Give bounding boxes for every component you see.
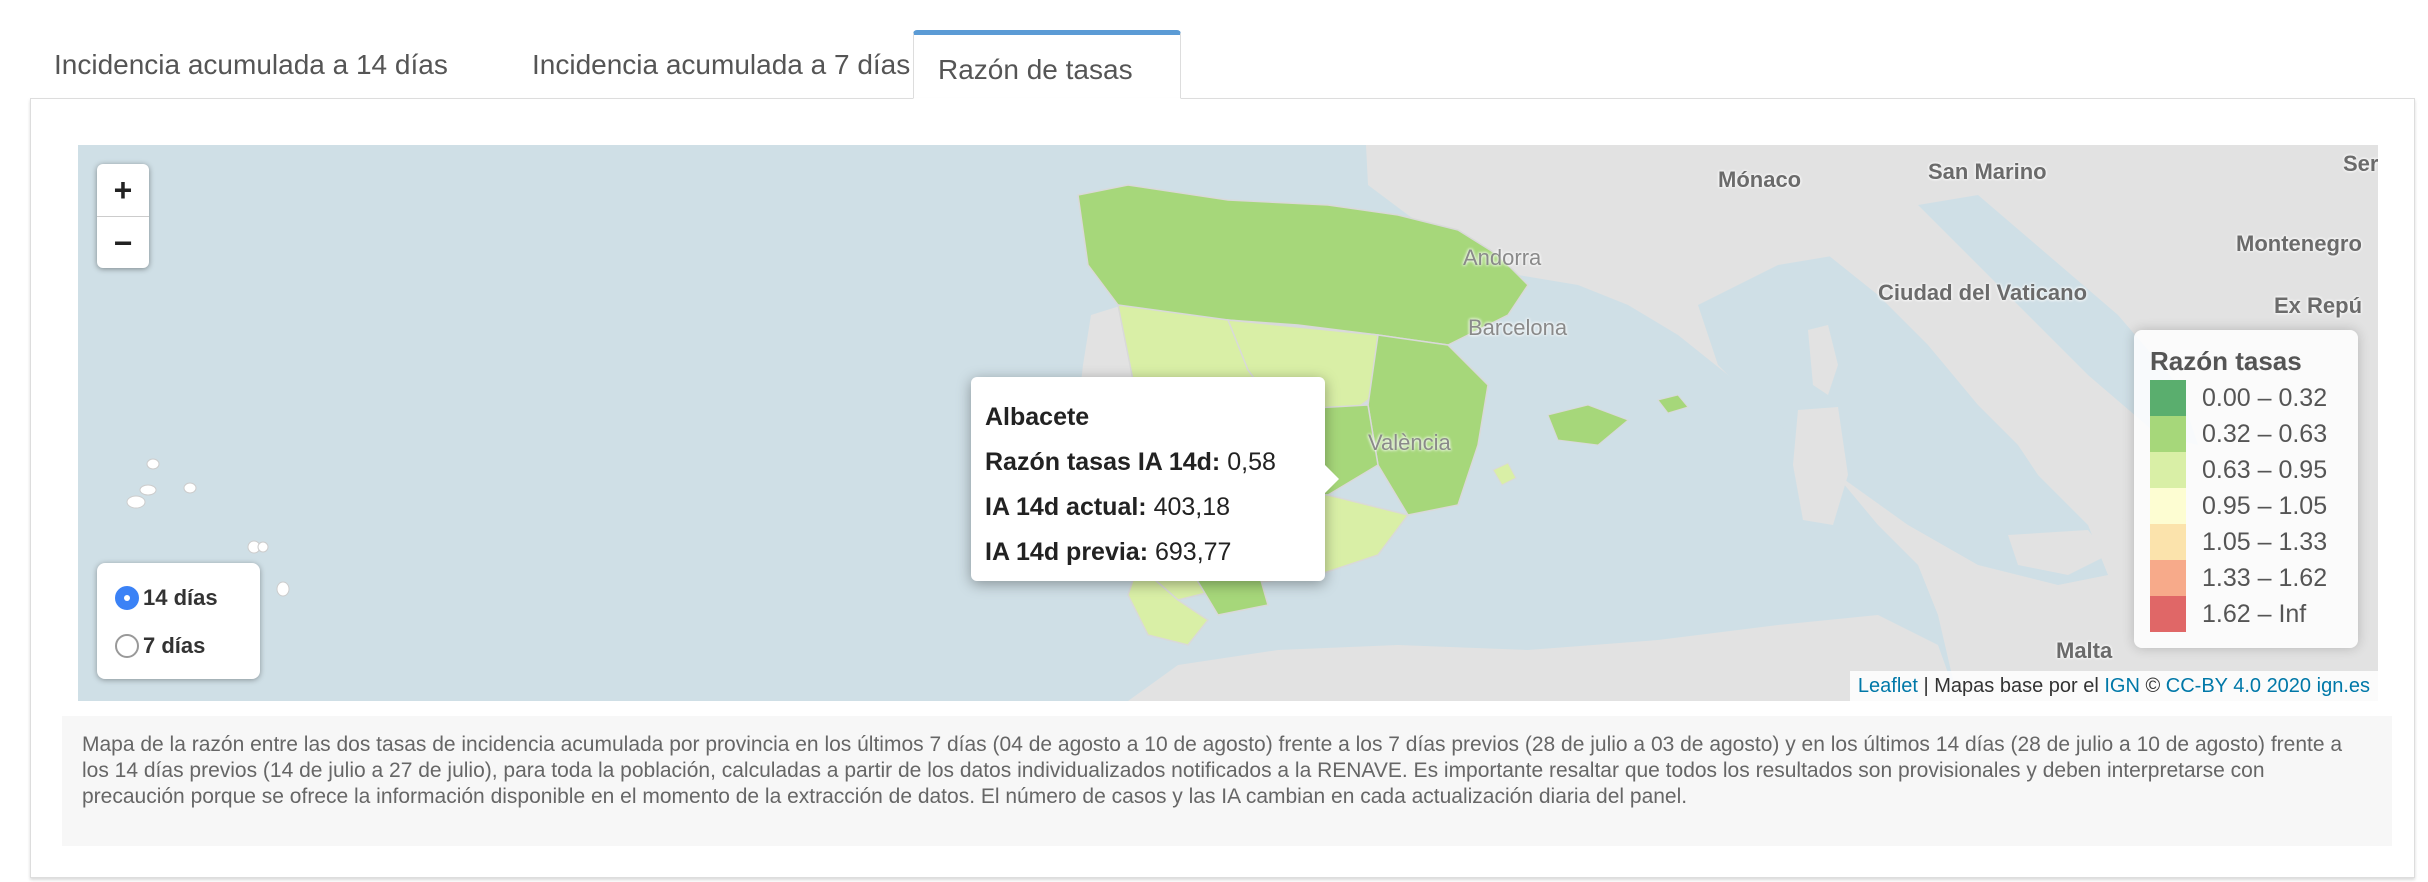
place-label-barcelona: Barcelona [1468,315,1568,340]
region-menorca [1657,394,1689,414]
legend-swatch [2150,452,2186,488]
legend-swatch [2150,416,2186,452]
zoom-out-button[interactable]: − [97,217,149,269]
place-label-malta: Malta [2056,638,2113,663]
tab-incidencia-7-dias[interactable]: Incidencia acumulada a 7 días [508,30,934,96]
legend-item: 0.63 – 0.95 [2150,452,2342,488]
region-ibiza [1492,462,1517,486]
radio-unselected-icon[interactable] [115,634,139,658]
attribution-copyright: © [2139,675,2166,697]
period-selector: 14 días 7 días [97,563,260,679]
tooltip-current-value: 403,18 [1153,493,1231,521]
radio-14-dias[interactable]: 14 días [115,578,218,618]
map-caption: Mapa de la razón entre las dos tasas de … [62,716,2392,846]
tooltip-previous-label: IA 14d previa: [985,538,1149,566]
license-link[interactable]: CC-BY 4.0 2020 [2166,675,2311,697]
ign-link[interactable]: IGN [2104,675,2140,697]
legend: Razón tasas 0.00 – 0.32 0.32 – 0.63 0.63 –… [2134,330,2358,648]
place-label-montenegro: Montenegro [2236,231,2362,256]
place-label-andorra: Andorra [1463,245,1542,270]
tooltip-previous-value: 693,77 [1154,538,1232,566]
legend-item: 0.95 – 1.05 [2150,488,2342,524]
legend-range-label: 1.05 – 1.33 [2202,527,2328,556]
place-label-valencia: València [1368,430,1451,455]
radio-7-dias[interactable]: 7 días [115,626,205,666]
tooltip-ratio-label: Razón tasas IA 14d: [985,448,1221,476]
tab-bar: Incidencia acumulada a 14 días Incidenci… [30,30,2415,99]
legend-title: Razón tasas [2150,346,2302,376]
land-north-africa [1128,615,1958,701]
legend-range-label: 0.63 – 0.95 [2202,455,2328,484]
legend-item: 0.00 – 0.32 [2150,380,2342,416]
zoom-control: + − [97,164,149,268]
zoom-in-button[interactable]: + [97,164,149,217]
tab-razon-de-tasas[interactable]: Razón de tasas [913,30,1181,99]
map-attribution: Leaflet | Mapas base por el IGN © CC-BY … [1849,671,2378,701]
legend-swatch [2150,488,2186,524]
place-label-san-marino: San Marino [1928,159,2047,184]
province-tooltip: Albacete Razón tasas IA 14d: 0,58 IA 14d… [971,377,1339,581]
radio-selected-icon[interactable] [115,586,139,610]
ign-site-link[interactable]: ign.es [2317,675,2370,697]
region-east [1367,334,1489,516]
radio-14-dias-label: 14 días [143,585,218,610]
leaflet-link[interactable]: Leaflet [1858,675,1918,697]
radio-7-dias-label: 7 días [143,633,206,658]
legend-swatch [2150,380,2186,416]
legend-item: 1.05 – 1.33 [2150,524,2342,560]
attribution-text: | Mapas base por el [1917,675,2105,697]
tooltip-title: Albacete [985,403,1090,431]
place-label-vaticano: Ciudad del Vaticano [1878,280,2088,305]
legend-range-label: 0.00 – 0.32 [2202,383,2328,412]
legend-swatch [2150,560,2186,596]
legend-swatch [2150,524,2186,560]
legend-range-label: 0.32 – 0.63 [2202,419,2328,448]
legend-range-label: 1.33 – 1.62 [2202,563,2328,592]
legend-range-label: 0.95 – 1.05 [2202,491,2328,520]
legend-swatch [2150,596,2186,632]
tab-incidencia-14-dias[interactable]: Incidencia acumulada a 14 días [30,30,488,96]
legend-range-label: 1.62 – Inf [2202,599,2307,628]
place-label-ex-republica: Ex Repú [2274,293,2363,318]
legend-item: 1.62 – Inf [2150,596,2342,632]
place-label-serbia: Ser [2343,151,2378,176]
region-baleares [1547,404,1629,446]
tooltip-ratio-value: 0,58 [1227,448,1276,476]
land-sardinia [1793,407,1848,525]
legend-item: 1.33 – 1.62 [2150,560,2342,596]
legend-item: 0.32 – 0.63 [2150,416,2342,452]
place-label-monaco: Mónaco [1718,167,1802,192]
tooltip-current-label: IA 14d actual: [985,493,1147,521]
